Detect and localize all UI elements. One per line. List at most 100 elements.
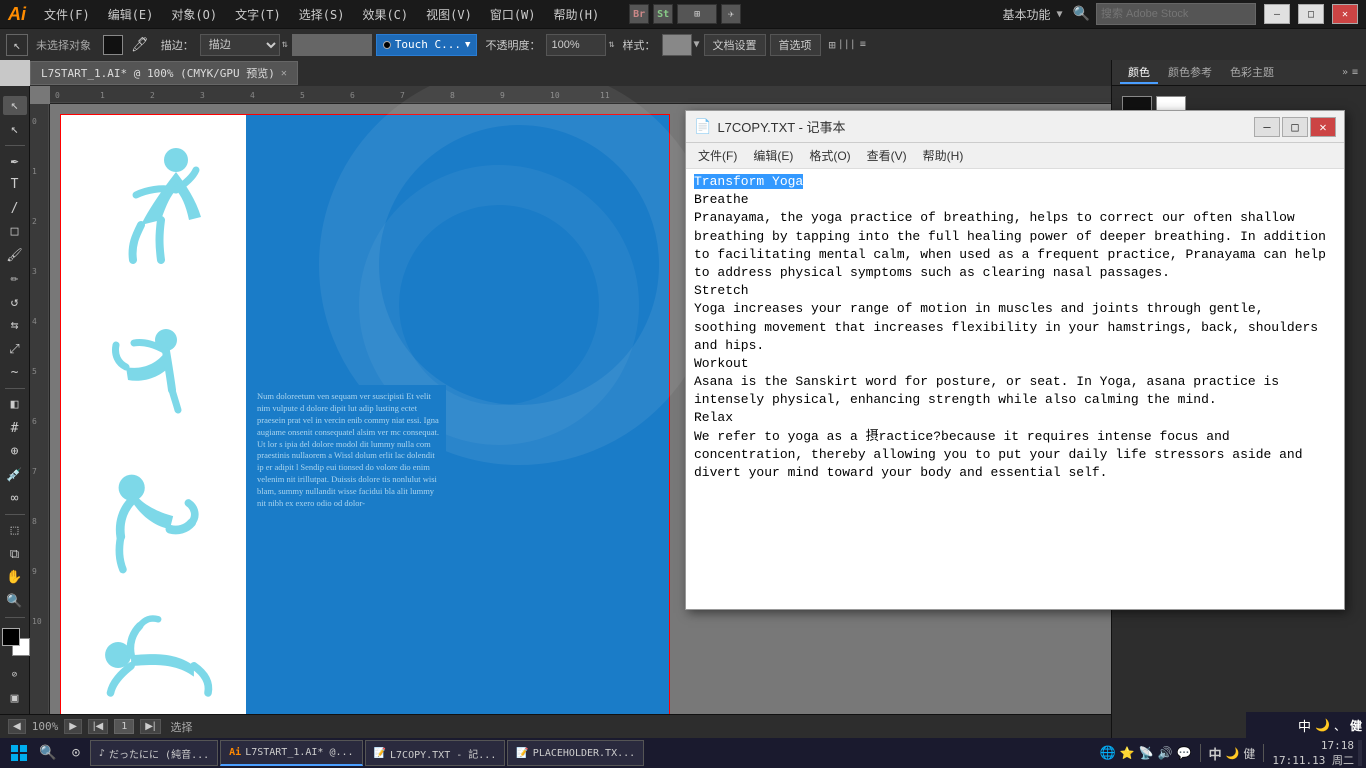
minimize-btn[interactable]: — xyxy=(1264,4,1290,24)
maximize-btn[interactable]: □ xyxy=(1298,4,1324,24)
tray-icon-2[interactable]: 📡 xyxy=(1139,746,1154,760)
svg-text:7: 7 xyxy=(400,91,405,100)
panel-expand-icon[interactable]: » xyxy=(1342,67,1348,78)
none-swatch[interactable]: ⊘ xyxy=(3,665,27,684)
foreground-swatch[interactable] xyxy=(2,628,20,646)
touch-dropdown[interactable]: Touch C... ▼ xyxy=(376,34,478,56)
notepad-content-area[interactable]: Transform Yoga Breathe Pranayama, the yo… xyxy=(686,169,1344,609)
notepad-window: 📄 L7COPY.TXT - 记事本 — □ ✕ 文件(F) 编辑(E) 格式(… xyxy=(685,110,1345,610)
tray-icon-1[interactable]: ⭐ xyxy=(1120,746,1135,760)
svg-text:2: 2 xyxy=(150,91,155,100)
doc-tab-item[interactable]: L7START_1.AI* @ 100% (CMYK/GPU 预览) ✕ xyxy=(30,61,298,85)
color-theme-tab[interactable]: 色彩主题 xyxy=(1222,62,1282,84)
menu-edit[interactable]: 编辑(E) xyxy=(100,4,162,25)
st-icon[interactable]: St xyxy=(653,4,673,24)
svg-text:0: 0 xyxy=(55,91,60,100)
select-tool-btn[interactable]: ↖ xyxy=(3,96,27,115)
taskbar-search[interactable]: 🔍 xyxy=(34,740,62,766)
lorem-text-block[interactable]: Num doloreetum ven sequam ver suscipisti… xyxy=(251,385,446,714)
ime-moon[interactable]: 🌙 xyxy=(1315,718,1330,732)
doc-settings-btn[interactable]: 文档设置 xyxy=(704,34,766,56)
mesh-tool[interactable]: # xyxy=(3,419,27,438)
taskbar-app-notepad[interactable]: 📝 L7COPY.TXT - 記... xyxy=(365,740,506,766)
np-menu-format[interactable]: 格式(O) xyxy=(803,145,856,166)
goto-last-btn[interactable]: ▶| xyxy=(140,719,160,734)
taskbar-app-placeholder[interactable]: 📝 PLACEHOLDER.TX... xyxy=(507,740,644,766)
zoom-tool[interactable]: 🔍 xyxy=(3,592,27,611)
zoom-in-btn[interactable]: ▶ xyxy=(64,719,82,734)
zoom-out-btn[interactable]: ◀ xyxy=(8,719,26,734)
menu-file[interactable]: 文件(F) xyxy=(36,4,98,25)
notepad-close[interactable]: ✕ xyxy=(1310,117,1336,137)
pencil-tool[interactable]: ✏ xyxy=(3,269,27,288)
grid-icon[interactable]: ⊞ xyxy=(677,4,717,24)
opacity-input[interactable] xyxy=(546,34,606,56)
direct-select-tool[interactable]: ↖ xyxy=(3,119,27,138)
paintbrush-tool[interactable]: 🖌 xyxy=(3,246,27,265)
pen-tool[interactable]: ✒ xyxy=(3,152,27,171)
menu-help[interactable]: 帮助(H) xyxy=(546,4,608,25)
ime-chinese[interactable]: 中 xyxy=(1298,716,1311,735)
np-menu-file[interactable]: 文件(F) xyxy=(692,145,743,166)
menu-object[interactable]: 对象(O) xyxy=(163,4,225,25)
ime-keyboard[interactable]: 、 xyxy=(1334,717,1346,734)
stroke-select[interactable]: 描边 xyxy=(200,34,280,56)
ie-icon[interactable]: 🌐 xyxy=(1100,746,1116,761)
style-preview[interactable] xyxy=(662,34,692,56)
notepad-maximize[interactable]: □ xyxy=(1282,117,1308,137)
warp-tool[interactable]: ~ xyxy=(3,363,27,382)
rotate-tool[interactable]: ↺ xyxy=(3,292,27,311)
shape-builder[interactable]: ⊕ xyxy=(3,442,27,461)
menu-view[interactable]: 视图(V) xyxy=(418,4,480,25)
fill-color[interactable] xyxy=(103,35,123,55)
taskbar-cortana[interactable]: ⊙ xyxy=(62,740,90,766)
ime-icon[interactable]: 健 xyxy=(1243,745,1255,762)
np-menu-edit[interactable]: 编辑(E) xyxy=(747,145,799,166)
select-tool[interactable]: ↖ xyxy=(6,34,28,56)
tray-icon-4[interactable]: 💬 xyxy=(1177,746,1192,760)
menu-window[interactable]: 窗口(W) xyxy=(482,4,544,25)
menu-effect[interactable]: 效果(C) xyxy=(354,4,416,25)
tray-icon-3[interactable]: 🔊 xyxy=(1158,746,1173,760)
notepad-minimize[interactable]: — xyxy=(1254,117,1280,137)
arrow-icon[interactable]: ✈ xyxy=(721,4,741,24)
menu-text[interactable]: 文字(T) xyxy=(227,4,289,25)
mirror-tool[interactable]: ⇆ xyxy=(3,316,27,335)
ime-health[interactable]: 健 xyxy=(1350,717,1362,734)
color-tab[interactable]: 颜色 xyxy=(1120,62,1158,84)
taskbar-app-ai[interactable]: Ai L7START_1.AI* @... xyxy=(220,740,362,766)
hand-tool[interactable]: ✋ xyxy=(3,568,27,587)
br-icon[interactable]: Br xyxy=(629,4,649,24)
np-menu-view[interactable]: 查看(V) xyxy=(861,145,913,166)
system-time[interactable]: 17:18 17:11.13 周二 xyxy=(1272,739,1354,768)
slice-tool[interactable]: ⧉ xyxy=(3,545,27,564)
artboard-tool[interactable]: ⬚ xyxy=(3,521,27,540)
lorem-text-content: Num doloreetum ven sequam ver suscipisti… xyxy=(257,391,440,510)
selected-text: Transform Yoga xyxy=(694,174,803,189)
line-tool[interactable]: / xyxy=(3,199,27,218)
np-line-2: Breathe xyxy=(694,192,749,207)
close-btn[interactable]: ✕ xyxy=(1332,4,1358,24)
goto-first-btn[interactable]: |◀ xyxy=(88,719,108,734)
np-menu-help[interactable]: 帮助(H) xyxy=(917,145,970,166)
panel-menu-icon[interactable]: ≡ xyxy=(1352,67,1358,78)
menu-select[interactable]: 选择(S) xyxy=(291,4,353,25)
screen-mode[interactable]: ▣ xyxy=(3,688,27,707)
lang-indicator[interactable]: 中 xyxy=(1209,744,1222,763)
preferences-btn[interactable]: 首选项 xyxy=(770,34,821,56)
blend-tool[interactable]: ∞ xyxy=(3,489,27,508)
color-ref-tab[interactable]: 颜色参考 xyxy=(1160,62,1220,84)
gradient-tool[interactable]: ◧ xyxy=(3,395,27,414)
taskbar-app-music[interactable]: ♪ だったにに (純音... xyxy=(90,740,218,766)
side-panel-header: 颜色 颜色参考 色彩主题 » ≡ xyxy=(1112,60,1366,86)
tool-separator-1 xyxy=(5,145,25,146)
rect-tool[interactable]: □ xyxy=(3,222,27,241)
start-button[interactable] xyxy=(4,740,34,766)
moon-icon[interactable]: 🌙 xyxy=(1226,747,1240,760)
eyedropper-tool[interactable]: 💉 xyxy=(3,465,27,484)
scale-tool[interactable]: ⤢ xyxy=(3,339,27,358)
show-desktop-btn[interactable] xyxy=(1358,740,1362,766)
stock-search[interactable] xyxy=(1096,3,1256,25)
menu-bar: Ai 文件(F) 编辑(E) 对象(O) 文字(T) 选择(S) 效果(C) 视… xyxy=(0,0,1366,28)
type-tool[interactable]: T xyxy=(3,175,27,194)
